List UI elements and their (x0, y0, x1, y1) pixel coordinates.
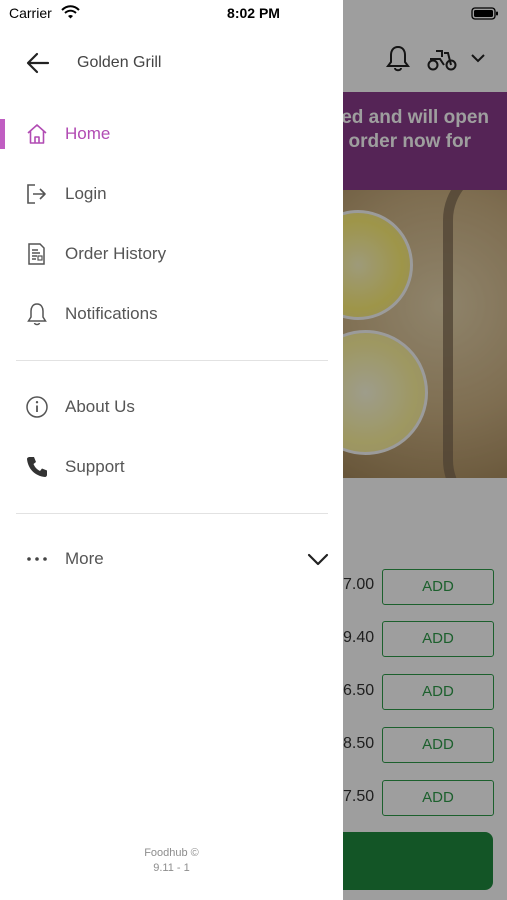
chevron-down-icon[interactable] (306, 550, 330, 568)
menu-item-label: Notifications (65, 304, 158, 323)
app-version-footer: Foodhub © 9.11 - 1 (0, 846, 343, 876)
menu-item-more[interactable]: More (0, 536, 343, 582)
menu-item-label: More (65, 549, 104, 568)
menu-item-label: Order History (65, 244, 167, 263)
menu-item-notifications[interactable]: Notifications (0, 291, 343, 337)
store-title: Golden Grill (77, 54, 162, 71)
menu-item-label: About Us (65, 397, 135, 416)
navigation-drawer: Carrier 8:02 PM Golden Grill Home Login (0, 0, 343, 900)
receipt-icon (28, 243, 45, 265)
more-dots-icon (27, 557, 47, 561)
home-icon (27, 124, 47, 144)
menu-item-order-history[interactable]: Order History (0, 231, 343, 277)
drawer-header: Golden Grill (0, 40, 343, 86)
info-icon (26, 396, 48, 418)
login-icon (27, 184, 46, 204)
status-time: 8:02 PM (227, 5, 280, 21)
menu-item-login[interactable]: Login (0, 171, 343, 217)
phone-icon (27, 457, 47, 477)
bell-icon (27, 303, 47, 326)
back-arrow-icon[interactable] (24, 51, 52, 75)
menu-item-support[interactable]: Support (0, 444, 343, 490)
menu-item-home[interactable]: Home (0, 111, 343, 157)
menu-item-label: Support (65, 457, 125, 476)
divider (16, 360, 328, 361)
active-indicator (0, 119, 5, 149)
footer-brand: Foodhub © (144, 847, 199, 859)
divider (16, 513, 328, 514)
menu-item-label: Login (65, 184, 107, 203)
menu-item-about-us[interactable]: About Us (0, 384, 343, 430)
footer-version: 9.11 - 1 (153, 862, 190, 874)
menu-item-label: Home (65, 124, 111, 143)
